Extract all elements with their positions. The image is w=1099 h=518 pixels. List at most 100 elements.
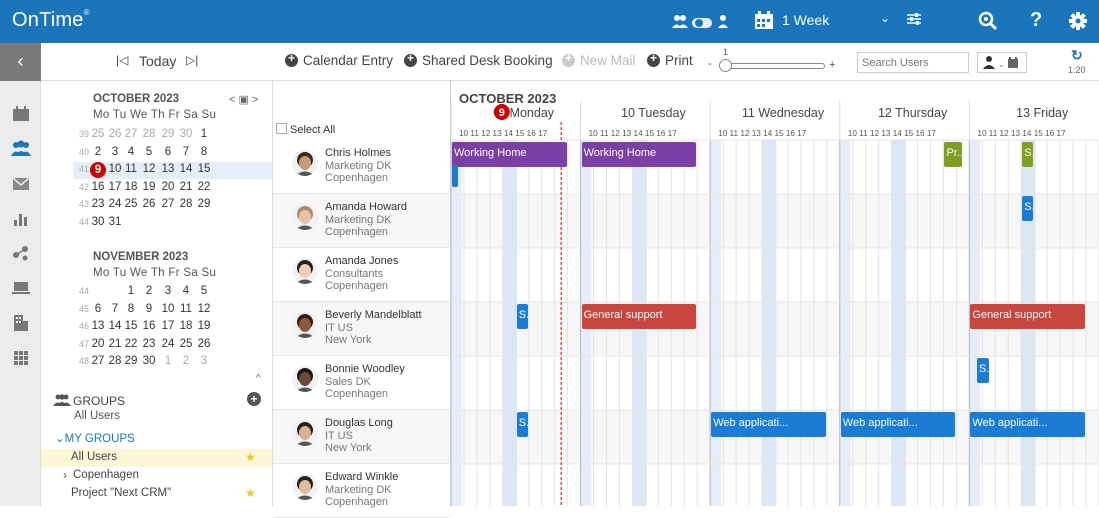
- people-toggle-icon[interactable]: [672, 13, 730, 31]
- nav-building-icon[interactable]: [0, 306, 41, 340]
- filter-settings-icon[interactable]: [906, 12, 922, 31]
- calendar-day[interactable]: 16: [90, 181, 106, 193]
- previous-week-icon[interactable]: |◁: [116, 53, 128, 67]
- calendar-day[interactable]: 25: [178, 338, 194, 350]
- calendar-day[interactable]: 3: [160, 285, 176, 297]
- user-name[interactable]: Amanda Howard: [325, 201, 407, 214]
- week-number[interactable]: 47: [79, 339, 89, 349]
- week-number[interactable]: 41: [79, 164, 89, 174]
- week-row[interactable]: 40 2 3 4 5 6 7 8: [73, 145, 272, 162]
- nav-people-icon[interactable]: [0, 131, 41, 165]
- calendar-day[interactable]: 19: [196, 320, 212, 332]
- zoom-track[interactable]: [721, 63, 825, 69]
- calendar-day[interactable]: 26: [107, 128, 123, 140]
- calendar-day[interactable]: 18: [178, 320, 194, 332]
- calendar-day[interactable]: 12: [196, 303, 212, 315]
- calendar-day[interactable]: 2: [178, 355, 194, 367]
- week-row[interactable]: 44 30 31: [73, 215, 272, 232]
- zoom-handle[interactable]: [719, 59, 732, 72]
- calendar-day[interactable]: 21: [178, 181, 194, 193]
- help-icon[interactable]: ?: [1030, 9, 1042, 32]
- calendar-week-icon[interactable]: [754, 11, 774, 35]
- calendar-day[interactable]: 10: [107, 163, 123, 175]
- calendar-day[interactable]: 27: [160, 198, 176, 210]
- calendar-day[interactable]: 29: [196, 198, 212, 210]
- print-button[interactable]: Print: [647, 51, 693, 68]
- calendar-day[interactable]: 9: [141, 303, 157, 315]
- user-row[interactable]: Douglas Long IT US New York: [273, 410, 450, 464]
- calendar-day[interactable]: 28: [141, 128, 157, 140]
- calendar-day[interactable]: 6: [90, 303, 106, 315]
- user-row[interactable]: Chris Holmes Marketing DK Copenhagen: [273, 140, 450, 194]
- new-mail-button[interactable]: New Mail: [562, 51, 636, 68]
- calendar-day[interactable]: 1: [196, 128, 212, 140]
- select-all[interactable]: Select All: [276, 123, 335, 139]
- zoom-minus[interactable]: -: [708, 58, 712, 70]
- user-name[interactable]: Beverly Mandelblatt: [325, 309, 422, 322]
- week-row[interactable]: 48 27 28 29 30 1 2 3: [73, 354, 272, 371]
- calendar-day[interactable]: 30: [90, 216, 106, 228]
- calendar-day[interactable]: 22: [196, 181, 212, 193]
- user-row[interactable]: Amanda Jones Consultants Copenhagen: [273, 248, 450, 302]
- nav-mail-icon[interactable]: [0, 167, 41, 201]
- calendar-day[interactable]: 29: [160, 128, 176, 140]
- calendar-day[interactable]: 5: [196, 285, 212, 297]
- calendar-day[interactable]: 18: [123, 181, 139, 193]
- group-item[interactable]: All Users ★: [41, 449, 272, 467]
- user-name[interactable]: Chris Holmes: [325, 147, 392, 160]
- user-name[interactable]: Edward Winkle: [325, 471, 398, 484]
- week-row[interactable]: 43 23 24 25 26 27 28 29: [73, 197, 272, 214]
- calendar-day[interactable]: 4: [123, 146, 139, 158]
- user-row[interactable]: Edward Winkle Marketing DK Copenhagen: [273, 464, 450, 518]
- calendar-day[interactable]: 21: [107, 338, 123, 350]
- calendar-day[interactable]: 28: [178, 198, 194, 210]
- calendar-day[interactable]: 1: [160, 355, 176, 367]
- calendar-day[interactable]: 20: [90, 338, 106, 350]
- calendar-entry-button[interactable]: Calendar Entry: [285, 51, 393, 68]
- settings-gear-icon[interactable]: [1068, 11, 1088, 36]
- calendar-event[interactable]: Working Home: [452, 142, 567, 167]
- calendar-day[interactable]: 2: [90, 146, 106, 158]
- calendar-day[interactable]: 3: [196, 355, 212, 367]
- week-row[interactable]: 42 16 17 18 19 20 21 22: [73, 180, 272, 197]
- shared-desk-booking-button[interactable]: Shared Desk Booking: [404, 51, 553, 68]
- calendar-day[interactable]: 7: [178, 146, 194, 158]
- calendar-day[interactable]: 24: [107, 198, 123, 210]
- user-row[interactable]: Beverly Mandelblatt IT US New York: [273, 302, 450, 356]
- calendar-day[interactable]: 11: [123, 163, 139, 175]
- my-groups-header[interactable]: ⌄MY GROUPS: [55, 431, 135, 445]
- calendar-day[interactable]: 6: [160, 146, 176, 158]
- calendar-event[interactable]: S.: [1022, 196, 1034, 221]
- select-all-checkbox[interactable]: [276, 123, 287, 134]
- calendar-day[interactable]: 23: [141, 338, 157, 350]
- favorite-star-icon[interactable]: ★: [245, 486, 256, 500]
- refresh-icon[interactable]: ↻: [1071, 47, 1083, 64]
- calendar-day[interactable]: 9: [90, 162, 106, 178]
- user-name[interactable]: Amanda Jones: [325, 255, 398, 268]
- group-item[interactable]: Project "Next CRM" ★: [41, 485, 272, 503]
- week-number[interactable]: 39: [79, 129, 89, 139]
- search-zoom-icon[interactable]: [978, 11, 998, 36]
- calendar-day[interactable]: 25: [123, 198, 139, 210]
- group-item[interactable]: › Copenhagen: [41, 467, 272, 485]
- calendar-day[interactable]: 10: [160, 303, 176, 315]
- user-type-dropdown[interactable]: ⌄: [977, 52, 1027, 73]
- calendar-day[interactable]: 28: [107, 355, 123, 367]
- next-week-icon[interactable]: ▷|: [186, 53, 198, 67]
- today-button[interactable]: Today: [139, 53, 176, 69]
- calendar-day[interactable]: 3: [107, 146, 123, 158]
- calendar-event[interactable]: Web applicati...: [711, 412, 826, 437]
- calendar-day[interactable]: 26: [141, 198, 157, 210]
- calendar-day[interactable]: 31: [107, 216, 123, 228]
- calendar-day[interactable]: 29: [123, 355, 139, 367]
- calendar-day[interactable]: 11: [178, 303, 194, 315]
- nav-share-icon[interactable]: [0, 236, 41, 270]
- calendar-day[interactable]: 12: [141, 163, 157, 175]
- search-users-input[interactable]: [857, 52, 969, 73]
- calendar-event[interactable]: Web applicati...: [970, 412, 1086, 437]
- user-name[interactable]: Douglas Long: [325, 417, 393, 430]
- calendar-event[interactable]: S.: [516, 304, 528, 329]
- calendar-day[interactable]: 14: [178, 163, 194, 175]
- user-name[interactable]: Bonnie Woodley: [325, 363, 405, 376]
- calendar-day[interactable]: 5: [141, 146, 157, 158]
